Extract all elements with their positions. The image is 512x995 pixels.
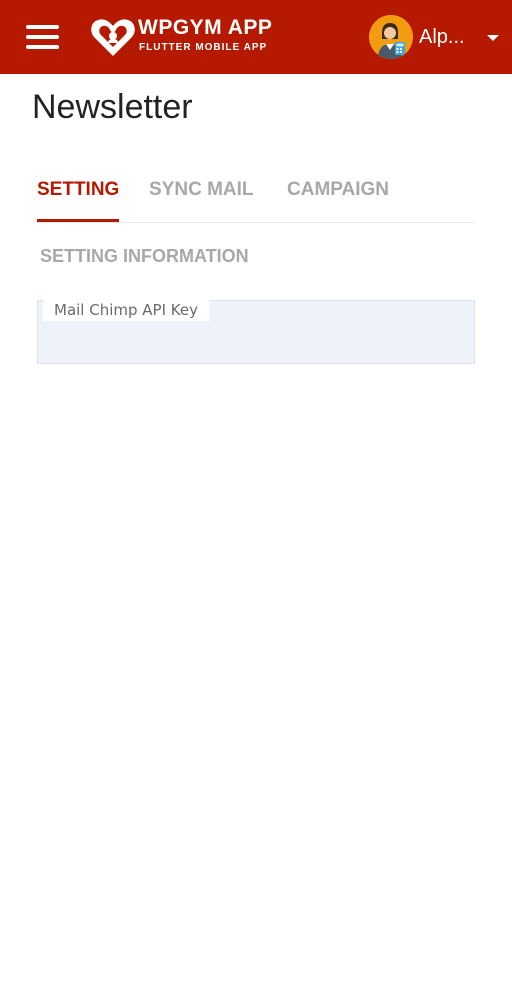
app-bar: WPGYM APP FLUTTER MOBILE APP Alp... [0,0,512,74]
brand-subtitle: FLUTTER MOBILE APP [139,42,268,53]
tab-bar: SETTING SYNC MAIL CAMPAIGN [37,168,474,223]
user-name: Alp... [419,26,465,48]
tab-sync-mail[interactable]: SYNC MAIL [149,179,254,223]
brand: WPGYM APP FLUTTER MOBILE APP [90,14,290,62]
menu-bar [26,25,59,29]
menu-bar [26,35,59,39]
user-avatar-icon [369,15,413,59]
page-title: Newsletter [32,88,193,126]
user-menu[interactable]: Alp... [369,15,504,61]
tab-campaign[interactable]: CAMPAIGN [287,179,389,223]
caret-down-icon[interactable] [487,35,499,41]
hamburger-menu-icon[interactable] [26,24,60,50]
heart-logo-icon [91,19,135,57]
api-key-field[interactable]: Mail Chimp API Key [37,299,475,364]
menu-bar [26,45,59,49]
api-key-label: Mail Chimp API Key [43,299,209,321]
api-key-input[interactable] [50,327,460,355]
tab-setting[interactable]: SETTING [37,179,120,223]
brand-title: WPGYM APP [138,16,273,39]
section-heading: SETTING INFORMATION [40,246,249,266]
